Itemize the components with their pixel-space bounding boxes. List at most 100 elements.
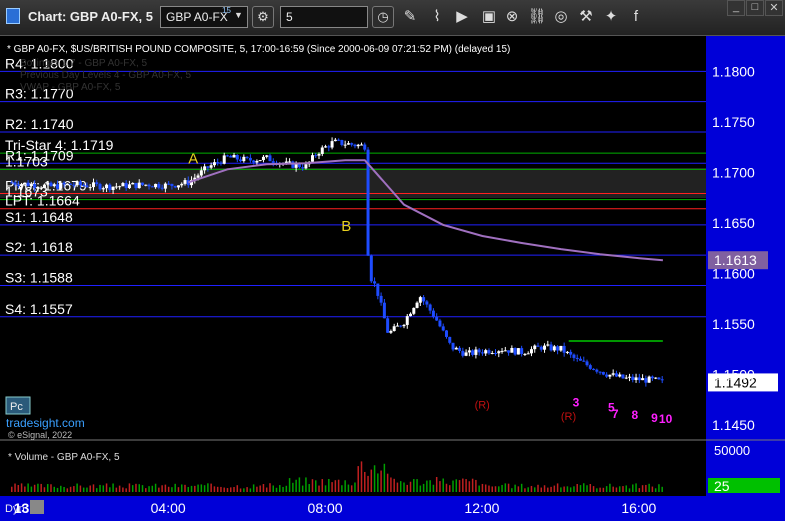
candle-body: [399, 325, 403, 327]
lock-icon[interactable]: [30, 500, 44, 514]
candle-body: [36, 187, 40, 189]
candle-body: [395, 325, 399, 327]
candle-body: [464, 352, 468, 356]
time-axis-svg: Dyn 13 04:00 08:00 12:00 16:00: [5, 500, 657, 516]
candle-body: [405, 316, 409, 325]
candle-body: [422, 297, 426, 302]
candle-body: [494, 353, 498, 355]
candle-body: [507, 350, 511, 353]
candle-body: [484, 350, 488, 354]
ghost-legend-1: Bollinger 1.7 - GBP A0-FX, 5: [20, 58, 148, 69]
annotation-label: A: [188, 150, 198, 167]
candle-body: [618, 374, 622, 377]
candle-body: [163, 183, 167, 189]
x-tick-label: 08:00: [308, 500, 343, 516]
candle-body: [614, 373, 618, 377]
candle-body: [301, 167, 305, 169]
candle-body: [467, 350, 471, 353]
candle-body: [624, 377, 628, 379]
candle-body: [592, 368, 596, 370]
candle-body: [376, 283, 380, 296]
candle-body: [353, 144, 357, 147]
x-tick-label: 12:00: [464, 500, 499, 516]
candle-body: [559, 345, 563, 351]
candle-body: [631, 376, 635, 381]
candle-body: [389, 331, 393, 333]
candle-body: [147, 184, 151, 187]
candle-body: [150, 186, 154, 188]
level-label: R2: 1.1740: [5, 116, 74, 132]
candle-body: [82, 185, 86, 187]
candle-body: [23, 182, 27, 185]
candle-body: [503, 350, 507, 352]
candle-body: [291, 161, 295, 168]
candle-body: [435, 316, 439, 321]
candle-body: [131, 182, 135, 185]
candle-body: [199, 170, 203, 176]
candle-body: [75, 181, 79, 186]
candle-body: [212, 162, 216, 166]
candle-body: [556, 346, 560, 351]
candle-body: [52, 184, 56, 187]
candle-body: [232, 154, 236, 158]
candle-body: [471, 350, 475, 355]
candle-body: [222, 155, 226, 164]
x-tick-label: 04:00: [151, 500, 186, 516]
y-tick-label: 1.1800: [712, 63, 755, 79]
candle-body: [500, 350, 504, 352]
y-tick-label: 1.1700: [712, 164, 755, 180]
candle-body: [588, 365, 592, 369]
candle-body: [137, 182, 141, 189]
candle-body: [480, 352, 484, 354]
candle-body: [245, 156, 249, 158]
level-label: S2: 1.1618: [5, 239, 73, 255]
candle-body: [258, 160, 262, 162]
candle-body: [598, 371, 602, 373]
candle-body: [386, 318, 390, 333]
candle-body: [118, 186, 122, 188]
candle-body: [62, 182, 66, 185]
candle-body: [565, 351, 569, 353]
candle-body: [317, 153, 321, 156]
candle-body: [552, 346, 556, 351]
candle-body: [526, 353, 530, 355]
candle-body: [569, 351, 573, 355]
candle-body: [634, 377, 638, 381]
candle-body: [585, 361, 589, 366]
watermark-site: tradesight.com: [6, 416, 85, 430]
candle-body: [647, 376, 651, 383]
candle-body: [497, 351, 501, 354]
watermark-copyright: © eSignal, 2022: [8, 430, 72, 440]
candle-body: [49, 182, 53, 187]
candle-body: [310, 155, 314, 162]
candle-body: [575, 357, 579, 359]
reversal-mark: (R): [561, 411, 576, 423]
candle-body: [428, 304, 432, 311]
candle-body: [324, 146, 328, 148]
candle-body: [29, 184, 33, 187]
candle-body: [167, 183, 171, 185]
candle-body: [605, 374, 609, 377]
ghost-legend-3: VWAP - GBP A0-FX, 5: [20, 82, 121, 93]
candle-body: [72, 184, 76, 186]
candle-body: [10, 182, 14, 184]
candle-body: [369, 255, 373, 282]
candle-body: [101, 188, 105, 190]
candle-body: [412, 307, 416, 314]
candle-body: [650, 376, 654, 379]
candle-body: [474, 349, 478, 355]
x-tick-label: 13: [14, 500, 30, 516]
candle-body: [448, 336, 452, 343]
candle-body: [611, 373, 615, 375]
candle-body: [248, 157, 252, 161]
candle-body: [510, 348, 514, 353]
candle-body: [69, 183, 73, 185]
candle-body: [461, 350, 465, 356]
candle-body: [536, 345, 540, 347]
candle-body: [78, 181, 82, 186]
candle-body: [39, 187, 43, 189]
count-label: 3: [573, 396, 580, 410]
price-chart[interactable]: R4: 1.1800R3: 1.1770R2: 1.1740Tri-Star 4…: [0, 0, 785, 521]
candle-body: [225, 155, 229, 157]
candle-body: [546, 344, 550, 346]
